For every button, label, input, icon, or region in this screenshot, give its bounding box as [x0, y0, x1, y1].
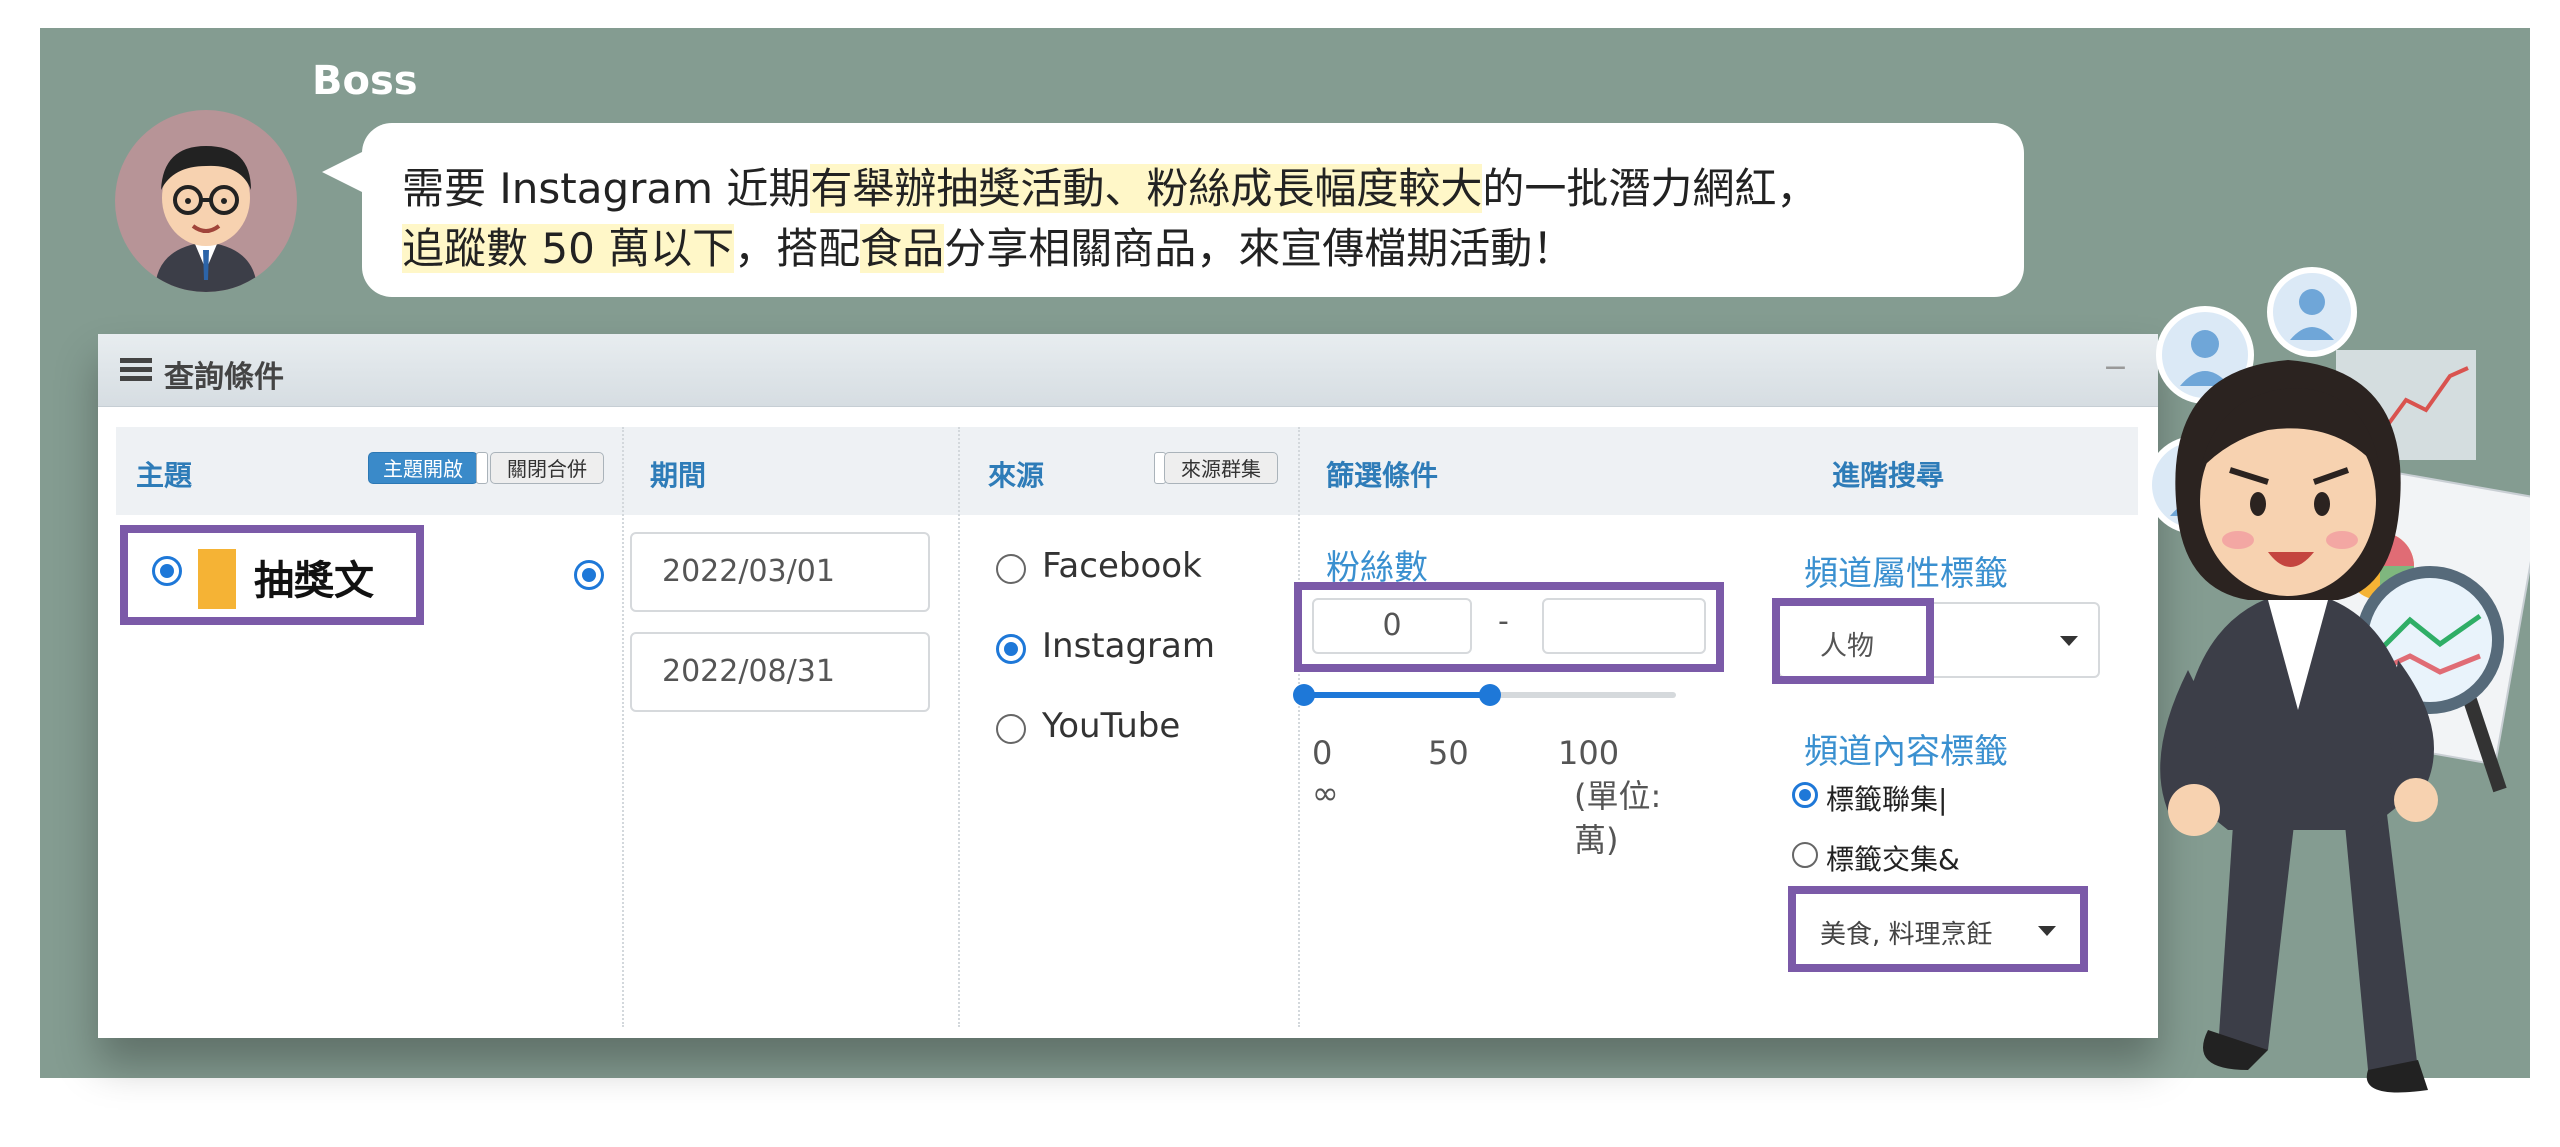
source-cluster-toggle[interactable]: 來源群集: [1164, 452, 1278, 484]
follower-min-input[interactable]: 0: [1312, 598, 1472, 654]
message-line-2: 追蹤數 50 萬以下，搭配食品分享相關商品，來宣傳檔期活動！: [402, 215, 1574, 276]
period-start-input[interactable]: 2022/03/01: [630, 532, 930, 612]
column-head-topic: 主題: [136, 459, 193, 492]
source-radio-youtube[interactable]: [996, 714, 1026, 744]
tag-mode-radio-union[interactable]: [1792, 782, 1818, 808]
column-divider: [622, 427, 624, 1027]
follower-max-input[interactable]: [1542, 598, 1706, 654]
column-divider: [1298, 427, 1300, 1027]
woman-illustration: [2160, 360, 2438, 1093]
speech-bubble: 需要 Instagram 近期有舉辦抽獎活動、粉絲成長幅度較大的一批潛力網紅， …: [362, 123, 2024, 297]
message-highlight: 追蹤數 50 萬以下: [402, 224, 735, 273]
content-tag-select[interactable]: 美食, 料理烹飪: [1798, 896, 2078, 962]
source-label-facebook[interactable]: Facebook: [1042, 546, 1202, 586]
source-label-youtube[interactable]: YouTube: [1042, 706, 1180, 746]
period-radio[interactable]: [574, 560, 604, 590]
slider-tick-infinity: ∞: [1312, 774, 1339, 812]
topic-color-swatch: [198, 549, 236, 609]
column-head-filter: 篩選條件: [1326, 459, 1439, 492]
column-head-source: 來源: [988, 459, 1045, 492]
content-tag-value: 美食, 料理烹飪: [1820, 920, 1993, 950]
slider-handle-high[interactable]: [1479, 684, 1501, 706]
panel-header: 查詢條件 −: [98, 334, 2158, 407]
list-icon: [120, 358, 152, 382]
slider-fill: [1304, 692, 1490, 698]
slider-tick: 50: [1428, 734, 1469, 772]
source-radio-instagram[interactable]: [996, 634, 1026, 664]
message-text: ，搭配: [734, 224, 861, 273]
slider-tick: 0: [1312, 734, 1333, 772]
topic-on-toggle[interactable]: 主題開啟: [368, 452, 478, 484]
tag-mode-union-label[interactable]: 標籤聯集|: [1826, 778, 1947, 818]
message-line-1: 需要 Instagram 近期有舉辦抽獎活動、粉絲成長幅度較大的一批潛力網紅，: [402, 155, 1818, 216]
message-text: 分享相關商品，來宣傳檔期活動！: [944, 224, 1575, 273]
column-head-period: 期間: [650, 459, 707, 492]
slider-handle-low[interactable]: [1293, 684, 1315, 706]
tag-mode-intersection-label[interactable]: 標籤交集&: [1826, 838, 1960, 878]
content-tag-label: 頻道內容標籤: [1804, 732, 2008, 768]
column-head-advanced: 進階搜尋: [1832, 459, 1945, 492]
message-highlight: 有舉辦抽獎活動、粉絲成長幅度較大: [810, 164, 1483, 213]
caret-down-icon: [2060, 636, 2078, 646]
speaker-name: Boss: [312, 58, 418, 104]
topic-merge-toggle[interactable]: 關閉合併: [490, 452, 604, 484]
caret-down-icon: [2038, 926, 2056, 936]
attr-tag-label: 頻道屬性標籤: [1804, 554, 2008, 594]
follower-range-slider[interactable]: [1293, 684, 1676, 706]
column-divider: [958, 427, 960, 1027]
attr-tag-value: 人物: [1820, 631, 1874, 662]
topic-item-label[interactable]: 抽獎文: [254, 548, 374, 606]
message-text: 的一批潛力網紅，: [1482, 164, 1819, 213]
range-separator: -: [1498, 604, 1509, 639]
toggle-knob[interactable]: [476, 452, 488, 484]
source-label-instagram[interactable]: Instagram: [1042, 626, 1215, 666]
query-panel: 查詢條件 − 主題 期間 來源 篩選條件 進階搜尋 主題開啟 關閉合併 抽獎文 …: [98, 334, 2158, 1038]
topic-radio[interactable]: [152, 556, 182, 586]
message-text: 需要 Instagram 近期: [402, 164, 811, 213]
boss-avatar-icon: [115, 110, 297, 292]
bubble-tail: [322, 150, 366, 194]
source-radio-facebook[interactable]: [996, 554, 1026, 584]
tag-mode-radio-intersection[interactable]: [1792, 842, 1818, 868]
unit-label: (單位: 萬): [1574, 777, 1662, 859]
slider-tick: 100: [1558, 734, 1620, 772]
panel-title: 查詢條件: [164, 360, 284, 395]
message-highlight: 食品: [860, 224, 945, 273]
period-end-input[interactable]: 2022/08/31: [630, 632, 930, 712]
